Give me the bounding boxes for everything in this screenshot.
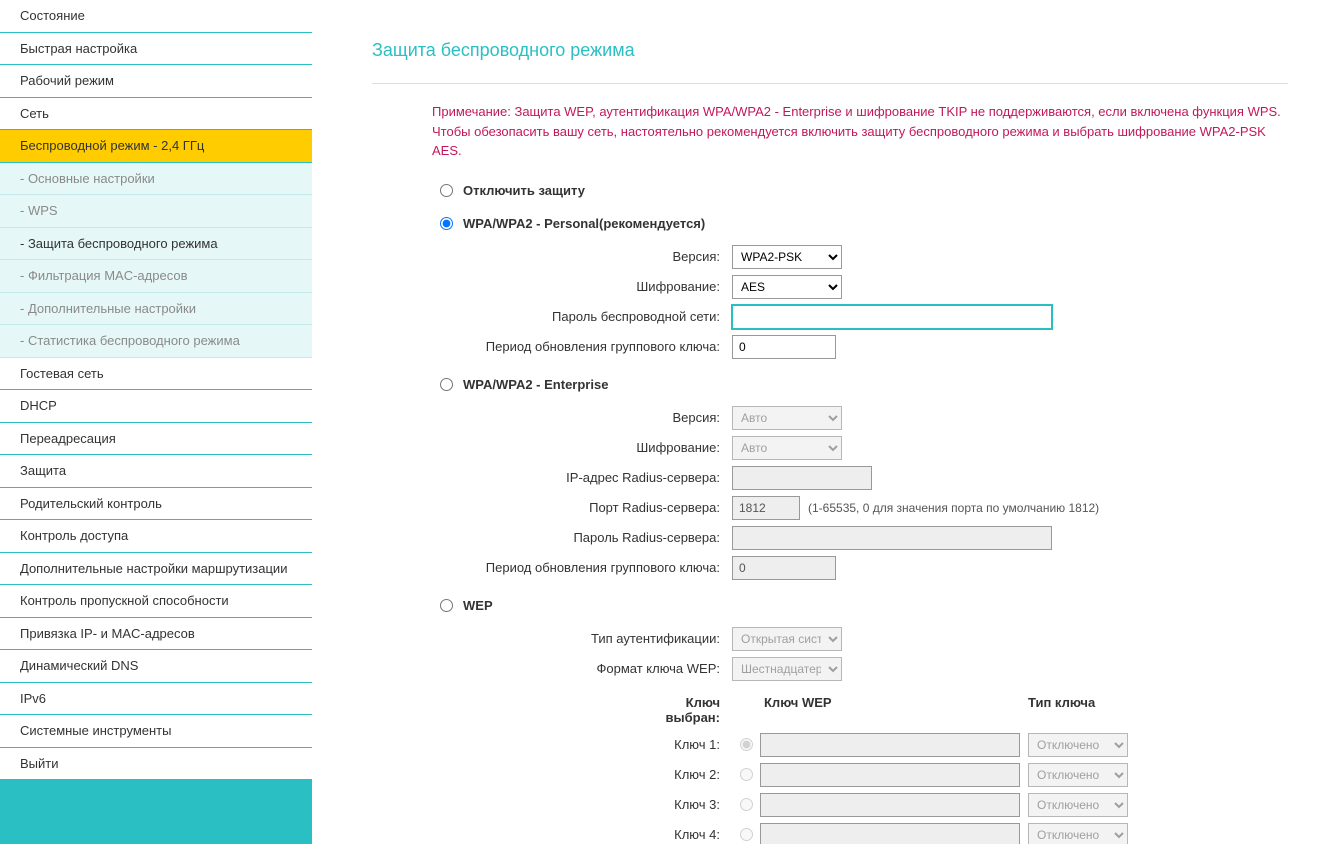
label-radius-port: Порт Radius-сервера: (372, 500, 732, 515)
nav-sub-security[interactable]: - Защита беспроводного режима (0, 228, 312, 261)
label-radius-password: Пароль Radius-сервера: (372, 530, 732, 545)
radio-wpa-enterprise-label: WPA/WPA2 - Enterprise (463, 377, 608, 392)
input-radius-ip[interactable] (732, 466, 872, 490)
nav-sub-basic[interactable]: - Основные настройки (0, 163, 312, 196)
nav-logout[interactable]: Выйти (0, 748, 312, 781)
input-wep-key1[interactable] (760, 733, 1020, 757)
wep-key-table: Ключ выбран: Ключ WEP Тип ключа Ключ 1: … (652, 695, 1288, 844)
radio-wpa-personal-label: WPA/WPA2 - Personal(рекомендуется) (463, 216, 705, 231)
radio-wpa-enterprise[interactable] (440, 378, 453, 391)
nav-ddns[interactable]: Динамический DNS (0, 650, 312, 683)
nav-status[interactable]: Состояние (0, 0, 312, 33)
radio-wep-key2[interactable] (740, 768, 753, 781)
radio-wpa-personal[interactable] (440, 217, 453, 230)
nav-operation-mode[interactable]: Рабочий режим (0, 65, 312, 98)
select-personal-encryption[interactable]: AES (732, 275, 842, 299)
nav-bandwidth[interactable]: Контроль пропускной способности (0, 585, 312, 618)
select-wep-key3-type[interactable]: Отключено (1028, 793, 1128, 817)
label-personal-group-key: Период обновления группового ключа: (372, 339, 732, 354)
radio-wep-key4[interactable] (740, 828, 753, 841)
label-ent-group-key: Период обновления группового ключа: (372, 560, 732, 575)
nav-forwarding[interactable]: Переадресация (0, 423, 312, 456)
input-wep-key4[interactable] (760, 823, 1020, 844)
nav-wireless-subgroup: - Основные настройки - WPS - Защита бесп… (0, 163, 312, 358)
radio-disable-security[interactable] (440, 184, 453, 197)
input-wep-key2[interactable] (760, 763, 1020, 787)
input-wep-key3[interactable] (760, 793, 1020, 817)
nav-quick-setup[interactable]: Быстрая настройка (0, 33, 312, 66)
wep-head-key: Ключ WEP (760, 695, 1028, 725)
wep-key2-label: Ключ 2: (652, 767, 732, 782)
nav-list: Состояние Быстрая настройка Рабочий режи… (0, 0, 312, 780)
hint-radius-port: (1-65535, 0 для значения порта по умолча… (808, 501, 1099, 515)
label-wep-format: Формат ключа WEP: (372, 661, 732, 676)
nav-sub-advanced[interactable]: - Дополнительные настройки (0, 293, 312, 326)
select-wep-auth[interactable]: Открытая сист (732, 627, 842, 651)
input-personal-group-key[interactable] (732, 335, 836, 359)
nav-ip-mac-binding[interactable]: Привязка IP- и MAC-адресов (0, 618, 312, 651)
wep-head-selected: Ключ выбран: (652, 695, 732, 725)
radio-disable-label: Отключить защиту (463, 183, 585, 198)
sidebar: Состояние Быстрая настройка Рабочий режи… (0, 0, 312, 844)
nav-wireless-24[interactable]: Беспроводной режим - 2,4 ГГц (0, 130, 312, 163)
wep-key1-label: Ключ 1: (652, 737, 732, 752)
wep-key3-label: Ключ 3: (652, 797, 732, 812)
page-title: Защита беспроводного режима (372, 40, 1288, 61)
input-psk-password[interactable] (732, 305, 1052, 329)
nav-ipv6[interactable]: IPv6 (0, 683, 312, 716)
nav-security[interactable]: Защита (0, 455, 312, 488)
input-radius-port[interactable] (732, 496, 800, 520)
nav-sub-mac-filter[interactable]: - Фильтрация MAC-адресов (0, 260, 312, 293)
label-wep-auth: Тип аутентификации: (372, 631, 732, 646)
note-text: Примечание: Защита WEP, аутентификация W… (432, 102, 1288, 161)
nav-access-control[interactable]: Контроль доступа (0, 520, 312, 553)
nav-routing[interactable]: Дополнительные настройки маршрутизации (0, 553, 312, 586)
nav-guest-network[interactable]: Гостевая сеть (0, 358, 312, 391)
wep-head-type: Тип ключа (1028, 695, 1138, 725)
nav-network[interactable]: Сеть (0, 98, 312, 131)
label-personal-encryption: Шифрование: (372, 279, 732, 294)
input-radius-password[interactable] (732, 526, 1052, 550)
label-psk-password: Пароль беспроводной сети: (372, 309, 732, 324)
select-wep-key1-type[interactable]: Отключено (1028, 733, 1128, 757)
label-ent-encryption: Шифрование: (372, 440, 732, 455)
select-wep-key2-type[interactable]: Отключено (1028, 763, 1128, 787)
nav-sub-wps[interactable]: - WPS (0, 195, 312, 228)
wep-key4-label: Ключ 4: (652, 827, 732, 842)
radio-wep-key3[interactable] (740, 798, 753, 811)
nav-system-tools[interactable]: Системные инструменты (0, 715, 312, 748)
nav-sub-statistics[interactable]: - Статистика беспроводного режима (0, 325, 312, 358)
nav-parental[interactable]: Родительский контроль (0, 488, 312, 521)
main-content: Защита беспроводного режима Примечание: … (312, 0, 1336, 844)
select-wep-key4-type[interactable]: Отключено (1028, 823, 1128, 844)
nav-dhcp[interactable]: DHCP (0, 390, 312, 423)
input-ent-group-key[interactable] (732, 556, 836, 580)
label-ent-version: Версия: (372, 410, 732, 425)
select-ent-encryption[interactable]: Авто (732, 436, 842, 460)
divider (372, 83, 1288, 84)
radio-wep-label: WEP (463, 598, 493, 613)
radio-wep-key1[interactable] (740, 738, 753, 751)
select-personal-version[interactable]: WPA2-PSK (732, 245, 842, 269)
radio-wep[interactable] (440, 599, 453, 612)
label-personal-version: Версия: (372, 249, 732, 264)
select-ent-version[interactable]: Авто (732, 406, 842, 430)
select-wep-format[interactable]: Шестнадцатер (732, 657, 842, 681)
label-radius-ip: IP-адрес Radius-сервера: (372, 470, 732, 485)
